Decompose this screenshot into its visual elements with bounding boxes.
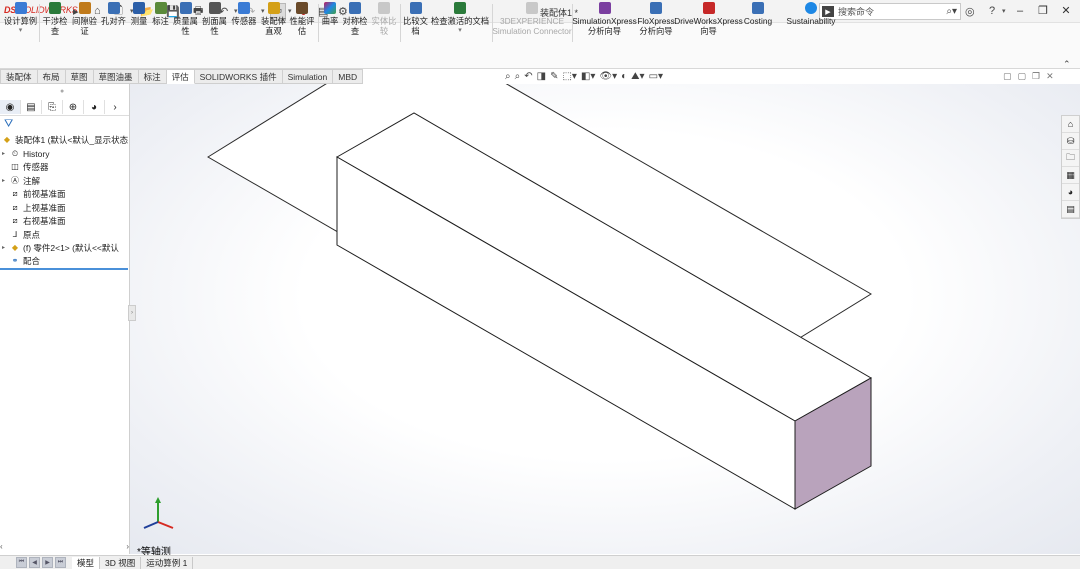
scroll-right-icon[interactable]: ›	[126, 542, 129, 551]
plane-icon: ⧄	[12, 215, 18, 225]
plane-icon: ⧄	[12, 202, 18, 212]
display-style-icon[interactable]: ◧▾	[581, 71, 595, 82]
zoom-to-fit-icon[interactable]: ⌕	[505, 71, 511, 82]
viewport-close-icon[interactable]: ✕	[1046, 71, 1054, 82]
viewport-window-controls: ▢ ▢ ❐ ✕	[1003, 71, 1054, 82]
tree-item-label: History	[23, 148, 50, 159]
section-view-icon[interactable]: ◨	[537, 71, 546, 82]
prev-tab-icon[interactable]: ◀	[29, 557, 40, 568]
propertymanager-tab-icon[interactable]: ▤	[21, 100, 42, 114]
file-explorer-icon[interactable]: 🗀	[1062, 150, 1079, 167]
design-library-icon[interactable]: ⛁	[1062, 133, 1079, 150]
next-tab-icon[interactable]: ▶	[42, 557, 53, 568]
panel-horizontal-scrollbar[interactable]: ‹ ›	[0, 540, 129, 552]
solidworks-resources-icon[interactable]: ⌂	[1062, 116, 1079, 133]
first-tab-icon[interactable]: ⏮	[16, 557, 27, 568]
tree-item-part[interactable]: ▸ ◆ (f) 零件2<1> (默认<<默认	[2, 241, 119, 254]
tree-item-assembly[interactable]: ◆ 装配体1 (默认<默认_显示状态	[2, 133, 128, 146]
tree-item-mates[interactable]: ⚭ 配合	[2, 254, 40, 267]
previous-view-icon[interactable]: ↶	[524, 71, 532, 82]
bottom-tab-bar: ⏮ ◀ ▶ ⏭ 模型 3D 视图 运动算例 1	[0, 555, 1080, 569]
view-orientation-icon[interactable]: ⬚▾	[562, 71, 576, 82]
tree-item-origin[interactable]: ⅃ 原点	[2, 228, 40, 241]
tree-item-history[interactable]: ▸ ⏲ History	[2, 147, 49, 160]
viewport-minimize-icon[interactable]: ▢	[1018, 71, 1027, 82]
filter-icon[interactable]: ⛛	[4, 118, 13, 131]
tree-item-label: 配合	[23, 255, 41, 266]
displaymanager-tab-icon[interactable]: ◕	[84, 100, 105, 114]
scroll-left-icon[interactable]: ‹	[0, 542, 3, 551]
appearances-icon[interactable]: ◕	[1062, 184, 1079, 201]
configurationmanager-tab-icon[interactable]: ⎘	[42, 100, 63, 114]
tree-item-label: (f) 零件2<1> (默认<<默认	[23, 242, 119, 253]
view-settings-icon[interactable]: ▭▾	[649, 71, 663, 82]
sensor-icon: ◫	[11, 162, 19, 171]
tab-model[interactable]: 模型	[72, 556, 101, 569]
apply-scene-icon[interactable]: ⛰▾	[631, 71, 644, 82]
coordinate-triad	[143, 497, 174, 529]
manager-tabs: ◉ ▤ ⎘ ⊕ ◕ ›	[0, 99, 129, 116]
tree-item-label: 上视基准面	[23, 202, 66, 213]
history-icon: ⏲	[11, 148, 19, 158]
tree-item-right-plane[interactable]: ⧄ 右视基准面	[2, 214, 66, 227]
origin-icon: ⅃	[12, 230, 18, 239]
tree-item-label: 右视基准面	[23, 215, 66, 226]
tree-item-top-plane[interactable]: ⧄ 上视基准面	[2, 201, 66, 214]
panel-collapse-handle[interactable]: ›	[128, 305, 136, 321]
panel-grip-icon[interactable]: ●	[60, 88, 64, 95]
rollback-bar[interactable]	[0, 268, 128, 270]
zoom-area-icon[interactable]: ⌕	[515, 71, 521, 82]
dynamic-annotation-icon[interactable]: ✎	[550, 71, 558, 82]
tree-item-label: 传感器	[23, 161, 49, 172]
edit-appearance-icon[interactable]: ◐	[621, 71, 627, 82]
tree-item-label: 前视基准面	[23, 188, 66, 199]
plane-icon: ⧄	[12, 188, 18, 198]
tree-item-label: 装配体1 (默认<默认_显示状态	[15, 134, 129, 145]
task-pane-tabs: ⌂ ⛁ 🗀 ▦ ◕ ▤	[1061, 115, 1080, 219]
hide-show-items-icon[interactable]: 👁▾	[599, 71, 617, 82]
tab-motion-study[interactable]: 运动算例 1	[141, 556, 194, 569]
mates-icon: ⚭	[11, 256, 19, 265]
heads-up-view-toolbar: ⌕ ⌕ ↶ ◨ ✎ ⬚▾ ◧▾ 👁▾ ◐ ⛰▾ ▭▾	[505, 71, 663, 82]
x-axis	[157, 521, 174, 529]
tree-item-label: 原点	[23, 229, 41, 240]
tree-item-annotations[interactable]: ▸ Ⓐ 注解	[2, 174, 40, 187]
z-axis	[143, 521, 159, 529]
tree-item-front-plane[interactable]: ⧄ 前视基准面	[2, 187, 66, 200]
custom-properties-icon[interactable]: ▤	[1062, 201, 1079, 218]
y-axis-arrow	[155, 497, 161, 503]
part-icon: ◆	[11, 243, 19, 252]
viewport-split-icon[interactable]: ▢	[1003, 71, 1012, 82]
dimxpertmanager-tab-icon[interactable]: ⊕	[63, 100, 84, 114]
expand-caret-icon[interactable]: ▸	[2, 150, 10, 157]
assembly-icon: ◆	[3, 135, 11, 144]
annotation-icon: Ⓐ	[11, 176, 19, 185]
last-tab-icon[interactable]: ⏭	[55, 557, 66, 568]
expand-caret-icon[interactable]: ▸	[2, 244, 10, 251]
expand-caret-icon[interactable]: ▸	[2, 177, 10, 184]
tree-item-sensors[interactable]: ◫ 传感器	[2, 160, 49, 173]
more-tabs-icon[interactable]: ›	[105, 100, 125, 114]
viewport-restore-icon[interactable]: ❐	[1032, 71, 1040, 82]
part-model[interactable]	[0, 0, 1080, 568]
featuremanager-tab-icon[interactable]: ◉	[0, 100, 21, 114]
tab-3d-views[interactable]: 3D 视图	[100, 556, 142, 569]
tree-item-label: 注解	[23, 175, 41, 186]
view-palette-icon[interactable]: ▦	[1062, 167, 1079, 184]
